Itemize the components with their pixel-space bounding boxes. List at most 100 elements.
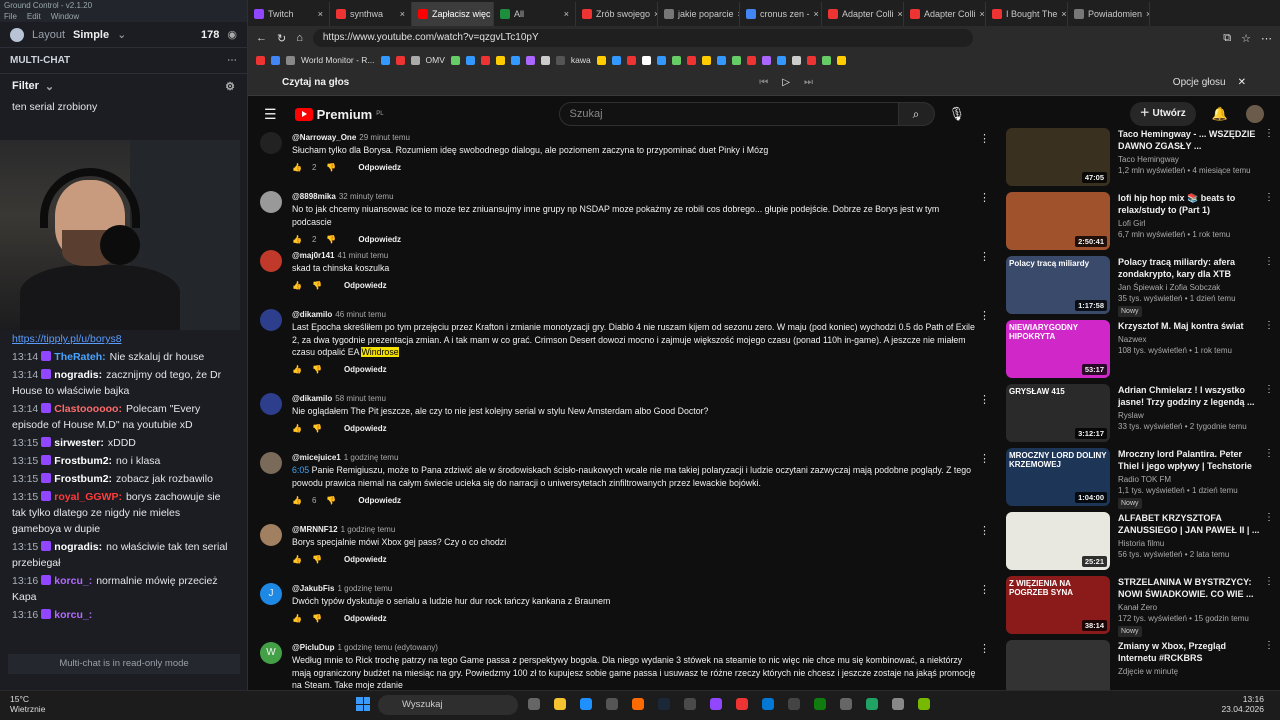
more-icon[interactable]: ⋮ [979,583,990,596]
channel-name[interactable]: Zdjęcie w minutę [1118,666,1262,677]
menu-window[interactable]: Window [51,12,79,21]
video-item[interactable]: 47:05 Taco Hemingway - ... WSZĘDZIE DAWNO… [1006,128,1274,192]
next-icon[interactable]: ⏭ [804,77,813,88]
dislike-icon[interactable]: 👎 [326,496,336,505]
bookmark-icon[interactable] [716,55,726,65]
taskbar-search[interactable]: Wyszukaj [378,695,518,715]
more-icon[interactable]: ⋮ [979,642,990,655]
more-icon[interactable]: ⋮ [1264,640,1274,651]
gear-icon[interactable]: ⚙ [225,80,235,93]
back-icon[interactable]: ← [256,32,267,44]
video-title[interactable]: Zmiany w Xbox, Przegląd Internetu #RCKBR… [1118,640,1262,664]
bookmark-icon[interactable] [806,55,816,65]
bookmark-icon[interactable] [495,55,505,65]
app-icon[interactable] [632,698,644,710]
reply-button[interactable]: Odpowiedz [344,614,387,623]
bookmark-icon[interactable] [761,55,771,65]
close-icon[interactable]: × [1061,9,1066,19]
bookmark-kawa[interactable]: kawa [571,55,591,65]
more-icon[interactable]: ⋮ [1264,512,1274,523]
comment-author[interactable]: @dikamilo [292,394,332,403]
timestamp-link[interactable]: 6:05 [292,465,309,475]
like-icon[interactable]: 👍 [292,496,302,505]
browser-tab[interactable]: Powiadomien× [1068,2,1150,26]
create-button[interactable]: ＋ Utwórz [1129,102,1196,126]
video-title[interactable]: Mroczny lord Palantira. Peter Thiel i je… [1118,448,1262,472]
avatar[interactable] [260,452,282,474]
bookmark-world-monitor[interactable]: World Monitor - R... [301,55,375,65]
comment-author[interactable]: @MRNNF12 [292,525,338,534]
video-title[interactable]: Adrian Chmielarz ! I wszystko jasne! Trz… [1118,384,1262,408]
comment-time[interactable]: 1 godzinę temu (edytowany) [337,643,438,652]
avatar[interactable] [1246,105,1264,123]
comment-time[interactable]: 29 minut temu [359,133,410,142]
search-icon[interactable]: ⌕ [898,102,935,126]
url-field[interactable]: https://www.youtube.com/watch?v=qzgvLTc1… [312,29,973,47]
filter-bar[interactable]: Filter ⌄ ⚙ [0,74,247,98]
more-icon[interactable]: ⋮ [1264,256,1274,267]
close-icon[interactable]: × [980,9,985,19]
layout-select[interactable]: Simple [73,29,109,41]
bookmark-icon[interactable] [271,55,280,65]
comment-author[interactable]: @Narroway_One [292,133,356,142]
reply-button[interactable]: Odpowiedz [344,424,387,433]
bookmark-icon[interactable] [731,55,741,65]
app-icon[interactable] [788,698,800,710]
browser-tab[interactable]: Adapter Colli × [904,2,986,26]
chat-username[interactable]: korcu_: [54,575,92,587]
app-icon[interactable] [840,698,852,710]
browser-tab[interactable]: cronus zen - × [740,2,822,26]
app-icon[interactable] [684,698,696,710]
more-icon[interactable]: ⋮ [979,452,990,465]
avatar[interactable] [260,393,282,415]
more-icon[interactable]: ⋯ [227,55,237,66]
reply-button[interactable]: Odpowiedz [358,163,401,172]
channel-name[interactable]: Jan Śpiewak i Zofia Sobczak [1118,282,1262,293]
voice-options[interactable]: Opcje głosu [1173,77,1226,88]
weather-widget[interactable]: 15°C Wietrznie [10,694,45,714]
video-item[interactable]: 2:50:41 lofi hip hop mix 📚 beats to relax… [1006,192,1274,256]
dislike-icon[interactable]: 👎 [312,281,322,290]
comment-author[interactable]: @maj0r141 [292,251,335,260]
close-icon[interactable]: × [564,9,569,19]
comment-author[interactable]: @JakubFis [292,584,334,593]
reload-icon[interactable]: ↻ [277,32,286,45]
like-icon[interactable]: 👍 [292,614,302,623]
like-icon[interactable]: 👍 [292,424,302,433]
bookmark-icon[interactable] [465,55,475,65]
bookmark-icon[interactable] [656,55,666,65]
app-icon[interactable] [736,698,748,710]
browser-tab[interactable]: jakie poparcie× [658,2,740,26]
channel-name[interactable]: Kanał Zero [1118,602,1262,613]
bookmark-icon[interactable] [256,55,265,65]
chat-username[interactable]: Clastoooooo: [54,403,122,415]
chat-username[interactable]: sirwester: [54,437,104,449]
more-icon[interactable]: ⋮ [979,393,990,406]
video-item[interactable]: GRYSŁAW 415 3:12:17 Adrian Chmielarz ! I w… [1006,384,1274,448]
bell-icon[interactable]: 🔔 [1212,106,1228,122]
windows-start-icon[interactable] [356,697,370,711]
dislike-icon[interactable]: 👎 [312,555,322,564]
close-icon[interactable]: ✕ [1238,77,1246,88]
nvidia-icon[interactable] [918,698,930,710]
dislike-icon[interactable]: 👎 [312,365,322,374]
video-title[interactable]: ALFABET KRZYSZTOFA ZANUSSIEGO | JAN PAWE… [1118,512,1262,536]
filter-label[interactable]: Filter [12,80,39,92]
video-item[interactable]: Z WIĘZIENIA NA POGRZEB SYNA 38:14 STRZELAN… [1006,576,1274,640]
avatar[interactable]: J [260,583,282,605]
xbox-icon[interactable] [814,698,826,710]
avatar[interactable] [260,250,282,272]
close-icon[interactable]: × [898,9,903,19]
bookmark-icon[interactable] [776,55,786,65]
browser-tab[interactable]: I Bought The × [986,2,1068,26]
bookmark-icon[interactable] [510,55,520,65]
reply-button[interactable]: Odpowiedz [358,496,401,505]
more-icon[interactable]: ⋮ [1264,192,1274,203]
menu-edit[interactable]: Edit [27,12,41,21]
bookmark-icon[interactable] [410,55,420,65]
channel-name[interactable]: Taco Hemingway [1118,154,1262,165]
avatar[interactable] [260,191,282,213]
reply-button[interactable]: Odpowiedz [344,365,387,374]
avatar[interactable] [260,309,282,331]
comment-author[interactable]: @PicluDup [292,643,334,652]
